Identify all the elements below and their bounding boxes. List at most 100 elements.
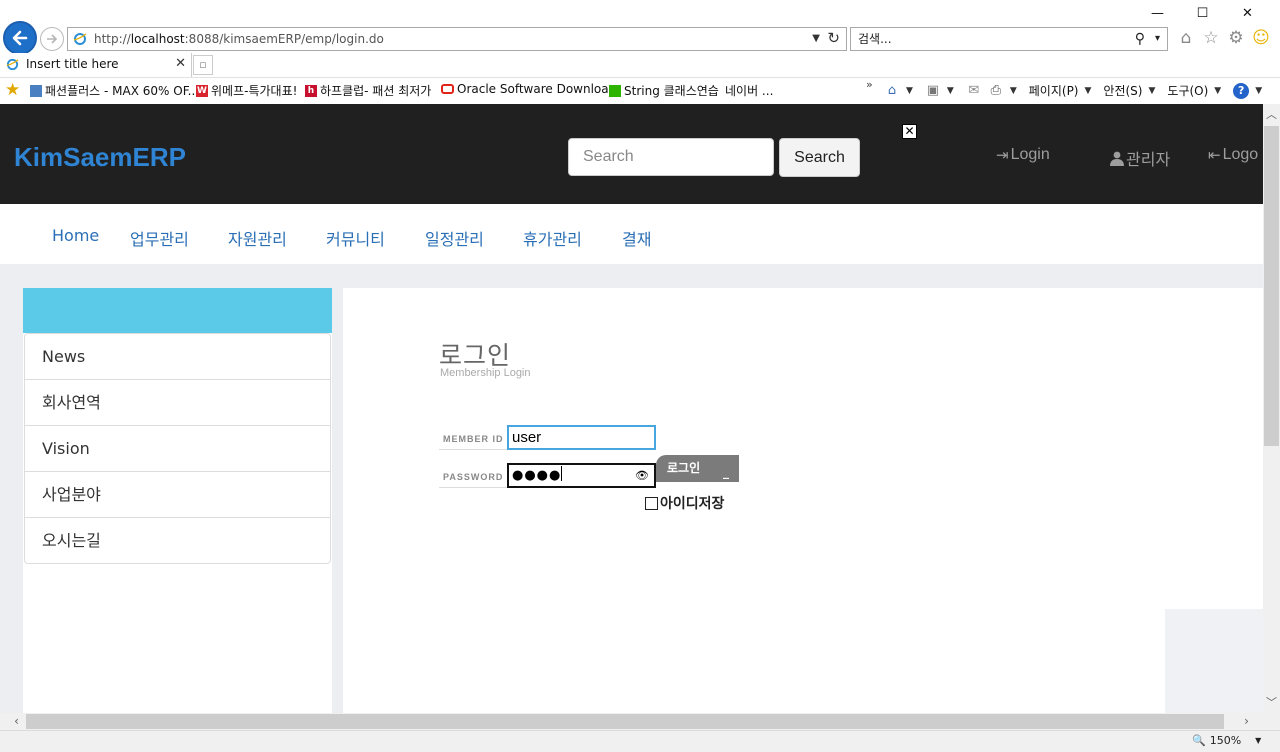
sidebar-list: News 회사연역 Vision 사업분야 오시는길 <box>24 333 331 564</box>
zoom-level: 150% <box>1209 734 1242 747</box>
vertical-scroll-thumb[interactable] <box>1264 126 1279 446</box>
favorite-link[interactable]: W 위메프-특가대표! <box>196 82 297 99</box>
home-dropdown-icon[interactable]: ▼ <box>906 86 913 96</box>
tools-menu-chevron-icon: ▼ <box>1214 85 1222 96</box>
home-icon[interactable]: ⌂ <box>1176 28 1196 48</box>
sidebar-item-directions[interactable]: 오시는길 <box>24 517 331 564</box>
site-search-button[interactable]: Search <box>779 138 860 177</box>
safety-menu[interactable]: 안전(S) <box>1103 82 1142 99</box>
menu-schedule[interactable]: 일정관리 <box>425 226 484 250</box>
browser-search-box[interactable]: 검색... ⚲ ▾ <box>850 27 1168 51</box>
wemakeprice-icon: W <box>196 84 208 97</box>
maximize-button[interactable]: ☐ <box>1180 4 1225 24</box>
user-icon <box>1110 151 1124 166</box>
remember-id-checkbox[interactable]: 아이디저장 <box>645 493 724 513</box>
help-dropdown-icon[interactable]: ▼ <box>1255 86 1262 96</box>
password-label: PASSWORD <box>439 464 507 488</box>
scroll-down-icon[interactable]: ﹀ <box>1263 694 1280 711</box>
back-arrow-icon <box>12 30 28 46</box>
favorite-link[interactable]: h 하프클럽- 패션 최저가 <box>305 82 431 99</box>
browser-tool-icons: ⌂ ☆ ⚙ ☺ <box>1176 28 1271 48</box>
sidebar: News 회사연역 Vision 사업분야 오시는길 <box>23 288 332 713</box>
favorites-overflow-chevron-icon[interactable]: » <box>866 78 873 91</box>
page-viewport: KimSaemERP Search Search ✕ ⇥ Login 관리자 ⇤ L… <box>0 104 1263 713</box>
site-navbar: KimSaemERP Search Search ✕ ⇥ Login 관리자 ⇤ L… <box>0 104 1263 204</box>
naver-icon <box>609 84 621 97</box>
scroll-right-icon[interactable]: › <box>1238 713 1255 730</box>
menu-resources[interactable]: 자원관리 <box>228 226 287 250</box>
tab-title: Insert title here <box>26 57 119 71</box>
site-brand[interactable]: KimSaemERP <box>14 142 186 173</box>
sidebar-item-business[interactable]: 사업분야 <box>24 471 331 518</box>
site-search-input[interactable]: Search <box>568 138 774 176</box>
favorites-star-icon[interactable]: ☆ <box>1201 28 1221 48</box>
logout-link[interactable]: ⇤ Logo <box>1208 146 1258 164</box>
horizontal-scrollbar[interactable]: ‹ › <box>0 713 1263 730</box>
forward-button[interactable] <box>40 27 64 51</box>
favorite-link[interactable]: String 클래스연습 <box>609 82 719 99</box>
print-icon[interactable]: ⎙ <box>988 83 1004 99</box>
refresh-icon[interactable]: ↻ <box>827 27 840 49</box>
favorite-link[interactable]: Oracle Software Downloa... <box>441 82 620 96</box>
horizontal-scroll-thumb[interactable] <box>26 714 1224 729</box>
vertical-scrollbar[interactable]: ︿ ﹀ <box>1263 104 1280 713</box>
search-dropdown-icon[interactable]: ▾ <box>1155 28 1160 50</box>
login-link[interactable]: ⇥ Login <box>996 146 1050 164</box>
page-menu-chevron-icon: ▼ <box>1084 85 1092 96</box>
close-window-button[interactable]: ✕ <box>1225 4 1270 24</box>
page-icon <box>30 84 42 97</box>
back-button[interactable] <box>3 21 37 55</box>
favorite-link[interactable]: 패션플러스 - MAX 60% OF... <box>30 82 199 99</box>
print-dropdown-icon[interactable]: ▼ <box>1010 86 1017 96</box>
menu-work[interactable]: 업무관리 <box>130 226 189 250</box>
feedback-smiley-icon[interactable]: ☺ <box>1251 28 1271 48</box>
feed-dropdown-icon[interactable]: ▼ <box>947 86 954 96</box>
reveal-password-eye-icon[interactable]: 👁 <box>635 465 650 486</box>
member-id-label: MEMBER ID <box>439 426 507 450</box>
rss-feed-icon[interactable]: ▣ <box>925 83 941 99</box>
page-menu[interactable]: 페이지(P) <box>1029 82 1079 99</box>
menu-community[interactable]: 커뮤니티 <box>326 226 385 250</box>
tab-close-icon[interactable]: ✕ <box>175 53 186 75</box>
sidebar-item-news[interactable]: News <box>24 333 331 380</box>
url-rest: :8088/kimsaemERP/emp/login.do <box>184 32 384 46</box>
browser-tab[interactable]: Insert title here ✕ <box>0 53 192 77</box>
main-content: 로그인 Membership Login MEMBER ID user PASS… <box>343 288 1263 713</box>
sidebar-item-history[interactable]: 회사연역 <box>24 379 331 426</box>
mail-icon[interactable]: ✉ <box>966 83 982 99</box>
password-dots: ●●●● <box>512 468 562 483</box>
scroll-left-icon[interactable]: ‹ <box>8 713 25 730</box>
help-icon[interactable]: ? <box>1233 82 1250 99</box>
search-icon[interactable]: ⚲ <box>1135 28 1145 50</box>
command-bar: ⌂ ▼ ▣ ▼ ✉ ⎙ ▼ 페이지(P) ▼ 안전(S) ▼ 도구(O) ▼ ? ▼ <box>884 82 1268 99</box>
favorite-link[interactable]: 네이버 ... <box>725 82 773 99</box>
address-bar[interactable]: http://localhost:8088/kimsaemERP/emp/log… <box>67 27 847 51</box>
scroll-up-icon[interactable]: ︿ <box>1263 106 1280 123</box>
password-input[interactable]: ●●●● 👁 <box>507 463 656 488</box>
menu-approval[interactable]: 결재 <box>622 226 651 250</box>
content-corner-panel <box>1165 609 1263 713</box>
zoom-dropdown-icon[interactable]: ▼ <box>1255 736 1261 745</box>
main-menu: Home 업무관리 자원관리 커뮤니티 일정관리 휴가관리 결재 <box>0 204 1263 264</box>
window-controls: — ☐ ✕ <box>1135 4 1270 24</box>
url-host: localhost <box>130 32 185 46</box>
login-button[interactable]: 로그인 _ <box>656 455 739 482</box>
tools-menu[interactable]: 도구(O) <box>1167 82 1208 99</box>
safety-menu-chevron-icon: ▼ <box>1148 85 1156 96</box>
new-tab-button[interactable]: ▫ <box>193 55 213 75</box>
oracle-icon <box>441 84 454 94</box>
sidebar-item-vision[interactable]: Vision <box>24 425 331 472</box>
home-command-icon[interactable]: ⌂ <box>884 83 900 99</box>
zoom-control[interactable]: 🔍 150% ▼ <box>1192 734 1261 747</box>
menu-home[interactable]: Home <box>52 226 99 245</box>
minimize-button[interactable]: — <box>1135 4 1180 24</box>
menu-vacation[interactable]: 휴가관리 <box>523 226 582 250</box>
zoom-magnifier-icon: 🔍 <box>1192 734 1206 747</box>
broken-close-icon[interactable]: ✕ <box>902 124 917 139</box>
settings-gear-icon[interactable]: ⚙ <box>1226 28 1246 48</box>
address-dropdown-icon[interactable]: ▼ <box>812 28 820 50</box>
admin-link[interactable]: 관리자 <box>1110 146 1170 170</box>
checkbox-square-icon <box>645 496 658 510</box>
member-id-input[interactable]: user <box>507 425 656 450</box>
favorites-add-star-icon[interactable]: ★ <box>5 80 20 100</box>
